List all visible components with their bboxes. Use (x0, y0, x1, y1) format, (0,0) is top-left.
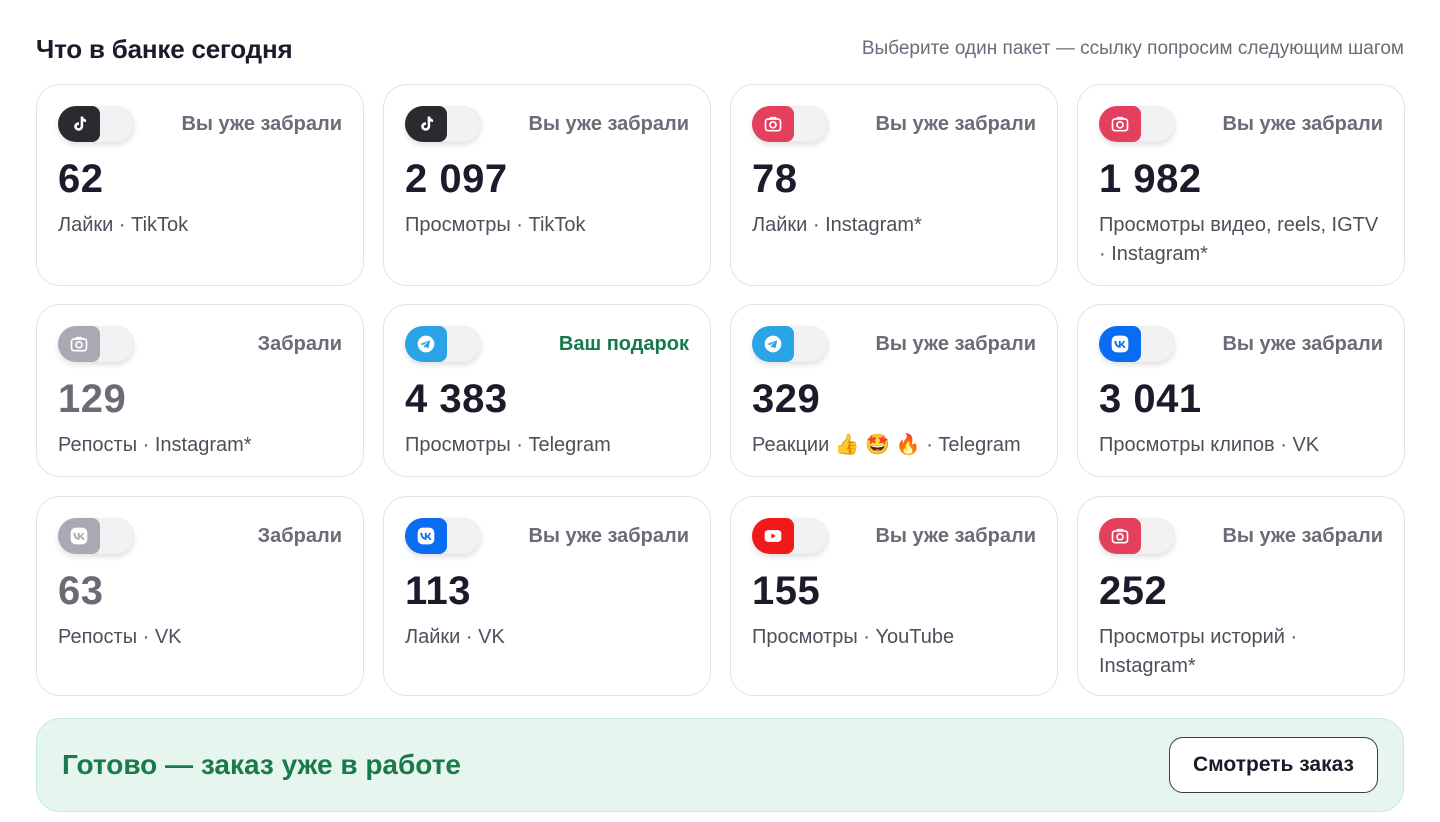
package-label: Просмотры · YouTube (752, 626, 955, 648)
page-title: Что в банке сегодня (36, 33, 293, 64)
package-row-2: Забрали 129 Репосты · Instagram* Ваш под… (36, 304, 1405, 477)
status-badge: Забрали (257, 524, 342, 547)
package-toggle[interactable] (1099, 326, 1175, 362)
package-label: Лайки · VK (405, 626, 505, 648)
package-value: 63 (58, 569, 104, 613)
package-card[interactable]: Вы уже забрали 62 Лайки · TikTok (36, 84, 364, 286)
package-card[interactable]: Вы уже забрали 3 041 Просмотры клипов · … (1077, 304, 1405, 477)
package-label: Репосты · Instagram* (58, 434, 252, 456)
package-value: 329 (752, 377, 821, 421)
package-toggle[interactable] (1099, 106, 1175, 142)
package-label: Просмотры · TikTok (405, 214, 586, 236)
package-value: 78 (752, 157, 798, 201)
status-badge: Вы уже забрали (528, 524, 689, 547)
instagram-icon (752, 106, 794, 142)
package-label: Просмотры клипов · VK (1099, 434, 1320, 456)
status-badge: Вы уже забрали (1222, 332, 1383, 355)
status-badge: Вы уже забрали (1222, 112, 1383, 135)
section-header: Что в банке сегодня Выберите один пакет … (36, 30, 1404, 68)
package-card[interactable]: Вы уже забрали 252 Просмотры историй · I… (1077, 496, 1405, 696)
package-label: Просмотры видео, reels, IGTV · Instagram… (1099, 214, 1379, 265)
package-value: 252 (1099, 569, 1168, 613)
package-value: 155 (752, 569, 821, 613)
vk-icon (405, 518, 447, 554)
package-toggle[interactable] (58, 326, 134, 362)
view-order-button[interactable]: Смотреть заказ (1169, 737, 1378, 793)
package-toggle[interactable] (752, 106, 828, 142)
package-toggle[interactable] (1099, 518, 1175, 554)
tiktok-icon (58, 106, 100, 142)
package-row-3: Забрали 63 Репосты · VK Вы уже забрали 1… (36, 496, 1405, 696)
vk-icon (1099, 326, 1141, 362)
package-value: 4 383 (405, 377, 508, 421)
package-card[interactable]: Ваш подарок 4 383 Просмотры · Telegram (383, 304, 711, 477)
package-toggle[interactable] (752, 518, 828, 554)
package-label: Лайки · Instagram* (752, 214, 922, 236)
package-toggle[interactable] (58, 106, 134, 142)
hint-text: Выберите один пакет — ссылку попросим сл… (861, 38, 1404, 59)
package-card[interactable]: Вы уже забрали 1 982 Просмотры видео, re… (1077, 84, 1405, 286)
status-badge: Ваш подарок (558, 332, 689, 355)
instagram-icon (1099, 106, 1141, 142)
vk-icon (58, 518, 100, 554)
package-card[interactable]: Вы уже забрали 329 Реакции 👍 🤩 🔥 · Teleg… (730, 304, 1058, 477)
package-label: Репосты · VK (58, 626, 182, 648)
status-badge: Вы уже забрали (875, 332, 1036, 355)
package-toggle[interactable] (752, 326, 828, 362)
package-value: 3 041 (1099, 377, 1202, 421)
order-status-text: Готово — заказ уже в работе (62, 749, 461, 780)
package-toggle[interactable] (405, 518, 481, 554)
package-value: 129 (58, 377, 127, 421)
package-label: Лайки · TikTok (58, 214, 189, 236)
package-value: 2 097 (405, 157, 508, 201)
package-row-1: Вы уже забрали 62 Лайки · TikTok Вы уже … (36, 84, 1405, 286)
instagram-icon (58, 326, 100, 362)
page: Что в банке сегодня Выберите один пакет … (36, 30, 1405, 812)
tiktok-icon (405, 106, 447, 142)
status-badge: Вы уже забрали (181, 112, 342, 135)
package-value: 1 982 (1099, 157, 1202, 201)
package-card[interactable]: Вы уже забрали 78 Лайки · Instagram* (730, 84, 1058, 286)
status-badge: Забрали (257, 332, 342, 355)
status-badge: Вы уже забрали (528, 112, 689, 135)
package-card[interactable]: Вы уже забрали 2 097 Просмотры · TikTok (383, 84, 711, 286)
package-label: Просмотры · Telegram (405, 434, 611, 456)
telegram-icon (405, 326, 447, 362)
package-card[interactable]: Вы уже забрали 155 Просмотры · YouTube (730, 496, 1058, 696)
package-label: Реакции 👍 🤩 🔥 · Telegram (752, 434, 1021, 456)
package-toggle[interactable] (58, 518, 134, 554)
instagram-icon (1099, 518, 1141, 554)
package-label: Просмотры историй · Instagram* (1099, 626, 1298, 677)
package-card[interactable]: Забрали 129 Репосты · Instagram* (36, 304, 364, 477)
youtube-icon (752, 518, 794, 554)
package-toggle[interactable] (405, 326, 481, 362)
package-card[interactable]: Забрали 63 Репосты · VK (36, 496, 364, 696)
package-toggle[interactable] (405, 106, 481, 142)
package-value: 113 (405, 569, 472, 613)
package-value: 62 (58, 157, 104, 201)
status-badge: Вы уже забрали (875, 112, 1036, 135)
telegram-icon (752, 326, 794, 362)
status-badge: Вы уже забрали (875, 524, 1036, 547)
status-badge: Вы уже забрали (1222, 524, 1383, 547)
package-card[interactable]: Вы уже забрали 113 Лайки · VK (383, 496, 711, 696)
order-status-banner: Готово — заказ уже в работе Смотреть зак… (36, 718, 1404, 812)
